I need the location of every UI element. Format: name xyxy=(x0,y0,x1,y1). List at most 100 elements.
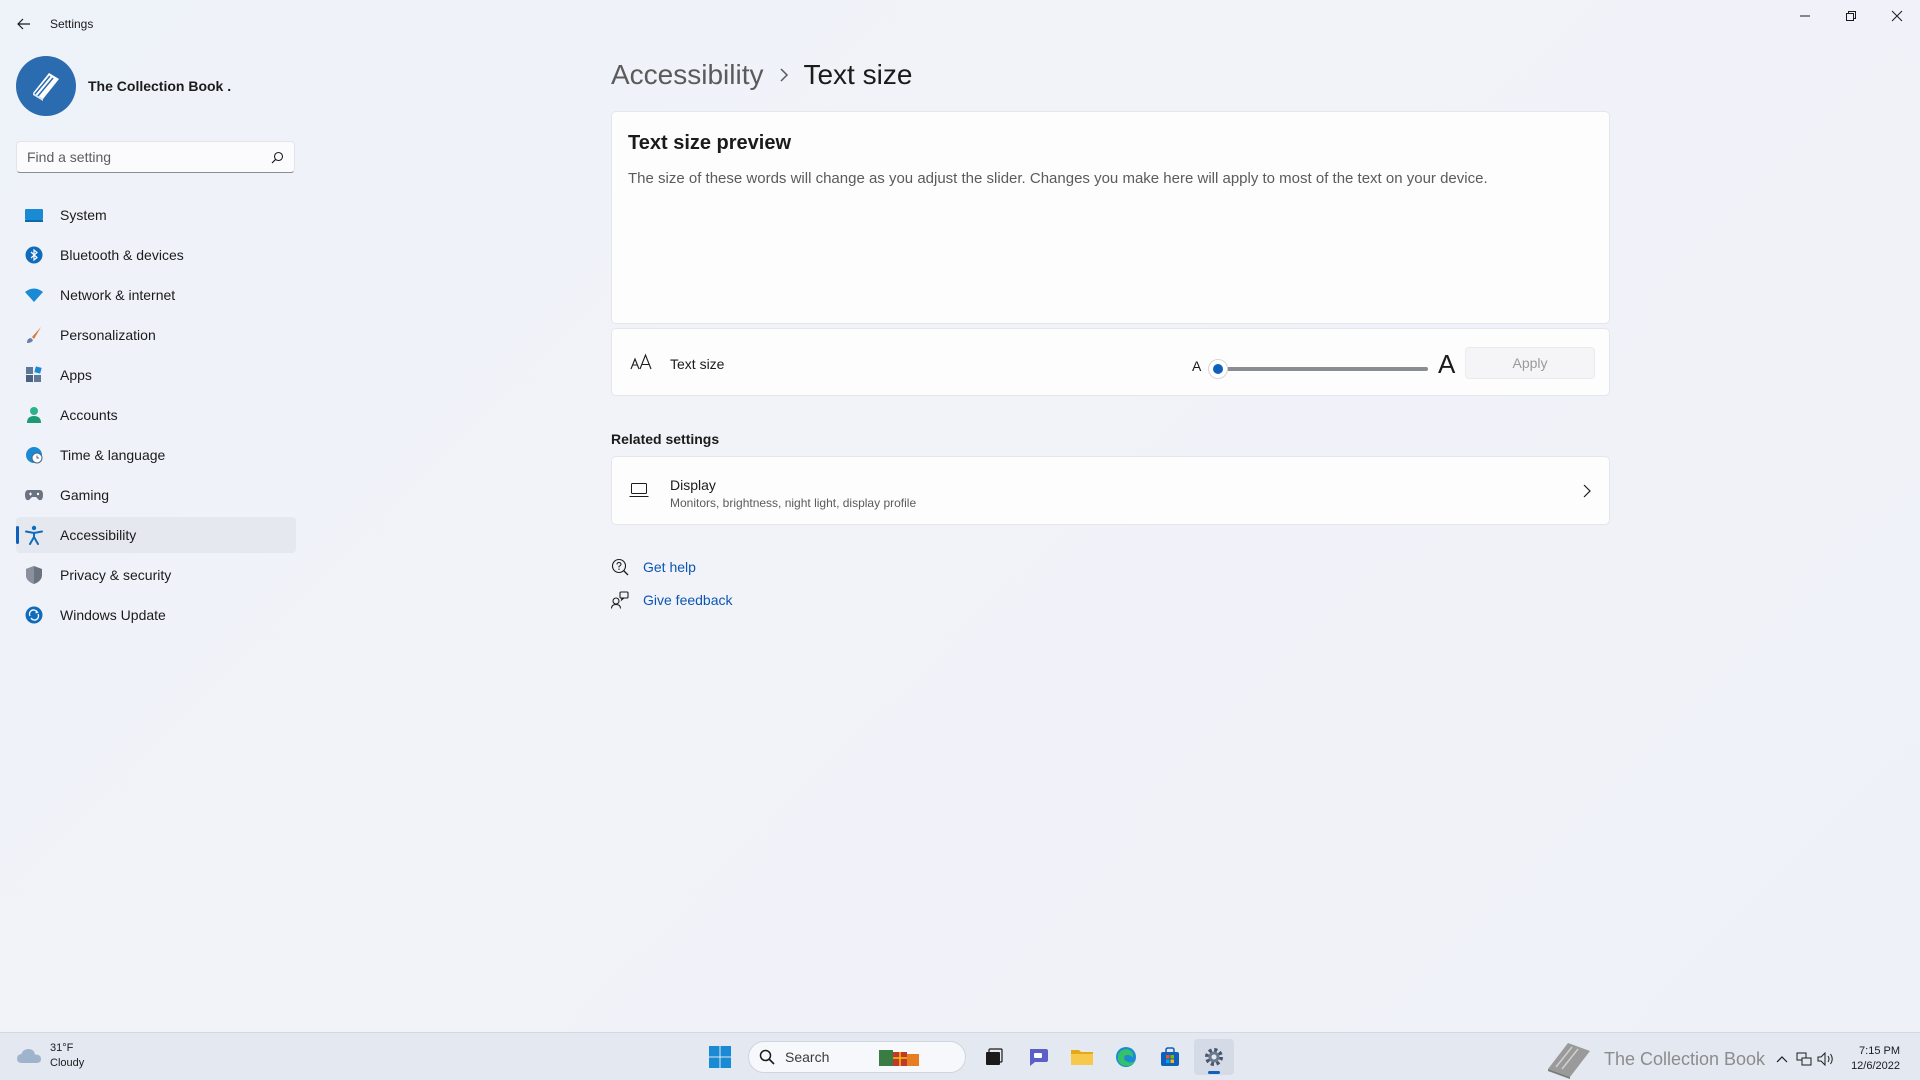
slider-thumb[interactable] xyxy=(1208,359,1228,379)
display-settings-link[interactable]: Display Monitors, brightness, night ligh… xyxy=(611,456,1610,525)
sidebar-item-apps[interactable]: Apps xyxy=(16,357,296,393)
apply-button[interactable]: Apply xyxy=(1465,347,1595,379)
clock[interactable]: 7:15 PM 12/6/2022 xyxy=(1851,1044,1900,1074)
folder-icon xyxy=(1071,1050,1093,1065)
sidebar-item-gaming[interactable]: Gaming xyxy=(16,477,296,513)
wifi-icon xyxy=(24,285,44,305)
slider-max-glyph: A xyxy=(1438,349,1456,379)
sidebar-item-accessibility[interactable]: Accessibility xyxy=(16,517,296,553)
speaker-icon xyxy=(1817,1052,1833,1066)
sidebar-item-personalization[interactable]: Personalization xyxy=(16,317,296,353)
app-title: Settings xyxy=(50,17,94,31)
cloud-icon xyxy=(17,1049,41,1063)
taskbar-search-label: Search xyxy=(785,1049,830,1065)
search-input[interactable] xyxy=(17,142,257,172)
search-highlight-icon xyxy=(879,1050,920,1066)
get-help-link[interactable]: Get help xyxy=(611,558,696,576)
edge-browser-icon xyxy=(1116,1047,1136,1067)
give-feedback-link[interactable]: Give feedback xyxy=(611,591,733,609)
feedback-icon xyxy=(611,591,629,609)
weather-widget[interactable]: 31°F Cloudy xyxy=(16,1041,84,1071)
task-view-icon xyxy=(986,1048,1003,1065)
chat-icon xyxy=(1030,1049,1048,1066)
system-tray: The Collection Book 7:15 PM 12/6/2022 xyxy=(1544,1039,1900,1079)
clock-date: 12/6/2022 xyxy=(1851,1060,1900,1072)
display-description: Monitors, brightness, night light, displ… xyxy=(670,496,917,510)
watermark: The Collection Book xyxy=(1544,1039,1765,1079)
taskbar-apps: Search xyxy=(700,1039,1238,1075)
slider-track xyxy=(1218,367,1428,371)
settings-window: Settings The Collection Book . Find a se… xyxy=(0,0,1920,1032)
weather-description: Cloudy xyxy=(50,1057,85,1069)
page-title: Text size xyxy=(803,59,913,90)
chevron-up-icon xyxy=(1776,1056,1788,1063)
shield-icon xyxy=(24,565,44,585)
restore-icon xyxy=(1846,11,1856,21)
close-icon xyxy=(1891,10,1903,22)
chat-button[interactable] xyxy=(1018,1039,1058,1075)
bluetooth-icon xyxy=(24,245,44,265)
monitor-icon xyxy=(629,482,649,503)
profile-name: The Collection Book . xyxy=(88,78,232,94)
close-button[interactable] xyxy=(1874,0,1920,32)
display-label: Display xyxy=(670,477,716,493)
system-icon xyxy=(24,205,44,225)
taskbar-search[interactable]: Search xyxy=(748,1041,966,1073)
give-feedback-label: Give feedback xyxy=(643,592,733,608)
brush-icon xyxy=(24,325,44,345)
text-size-slider[interactable] xyxy=(1208,359,1428,379)
avatar xyxy=(16,56,76,116)
clock-time: 7:15 PM xyxy=(1859,1045,1900,1057)
book-watermark-icon xyxy=(1547,1043,1590,1079)
edge-button[interactable] xyxy=(1106,1039,1146,1075)
chevron-right-icon xyxy=(779,68,789,82)
settings-search[interactable] xyxy=(16,141,295,173)
get-help-icon xyxy=(611,558,629,576)
show-hidden-icons-button[interactable] xyxy=(1771,1048,1793,1070)
back-arrow-icon xyxy=(17,18,30,30)
windows-logo-icon xyxy=(709,1046,731,1068)
user-profile[interactable]: The Collection Book . xyxy=(16,56,231,116)
sidebar-item-bluetooth[interactable]: Bluetooth & devices xyxy=(16,237,296,273)
preview-title: Text size preview xyxy=(628,132,792,154)
text-size-label: Text size xyxy=(670,356,725,372)
minimize-icon xyxy=(1800,15,1810,17)
back-button[interactable] xyxy=(10,12,38,36)
settings-taskbar-button[interactable] xyxy=(1194,1039,1234,1075)
taskbar: 31°F Cloudy Search The Collection Book 7… xyxy=(0,1032,1920,1080)
chevron-right-icon xyxy=(1583,484,1591,503)
sidebar-item-network[interactable]: Network & internet xyxy=(16,277,296,313)
breadcrumb: Accessibility Text size xyxy=(611,54,912,96)
sidebar-item-privacy[interactable]: Privacy & security xyxy=(16,557,296,593)
preview-text: The size of these words will change as y… xyxy=(628,170,1488,187)
text-size-preview-card: Text size preview The size of these word… xyxy=(611,111,1610,324)
store-icon xyxy=(1161,1047,1179,1066)
search-icon xyxy=(759,1049,775,1065)
apps-icon xyxy=(24,365,44,385)
sidebar-nav: System Bluetooth & devices Network & int… xyxy=(16,197,296,637)
accessibility-icon xyxy=(24,525,44,545)
store-button[interactable] xyxy=(1150,1039,1190,1075)
task-view-button[interactable] xyxy=(974,1039,1014,1075)
get-help-label: Get help xyxy=(643,559,696,575)
breadcrumb-parent-link[interactable]: Accessibility xyxy=(611,59,763,91)
minimize-button[interactable] xyxy=(1782,0,1828,32)
start-button[interactable] xyxy=(700,1039,740,1075)
sidebar-item-windows-update[interactable]: Windows Update xyxy=(16,597,296,633)
globe-clock-icon xyxy=(24,445,44,465)
weather-temperature: 31°F xyxy=(50,1042,74,1054)
network-icon xyxy=(1796,1052,1812,1066)
gear-icon xyxy=(1205,1048,1223,1066)
sidebar-item-time-language[interactable]: Time & language xyxy=(16,437,296,473)
gamepad-icon xyxy=(24,485,44,505)
file-explorer-button[interactable] xyxy=(1062,1039,1102,1075)
slider-min-glyph: A xyxy=(1192,358,1202,374)
book-logo-icon xyxy=(33,73,59,101)
text-size-icon xyxy=(630,353,654,376)
sidebar-item-accounts[interactable]: Accounts xyxy=(16,397,296,433)
sidebar-item-system[interactable]: System xyxy=(16,197,296,233)
volume-tray-button[interactable] xyxy=(1815,1048,1837,1070)
related-settings-heading: Related settings xyxy=(611,431,720,447)
restore-button[interactable] xyxy=(1828,0,1874,32)
network-tray-button[interactable] xyxy=(1793,1048,1815,1070)
